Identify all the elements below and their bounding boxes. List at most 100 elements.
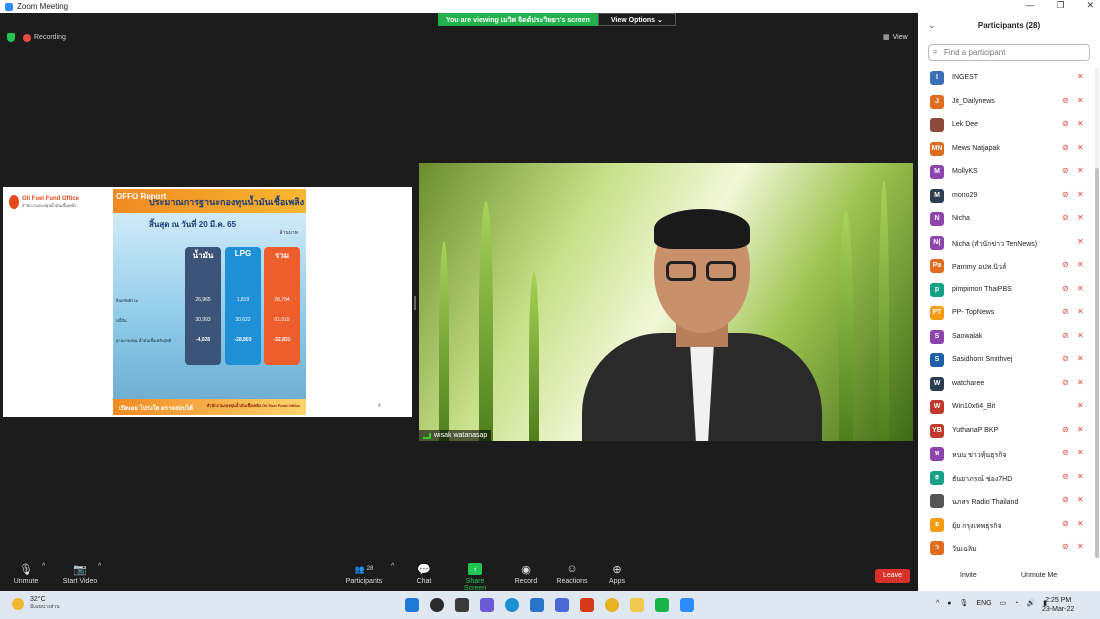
slide-brand: Oil Fuel Fund Office สำนักงานกองทุนน้ำมั…	[9, 195, 79, 209]
app-icon[interactable]	[555, 598, 569, 612]
store-icon[interactable]	[530, 598, 544, 612]
participant-row[interactable]: S Sasidhorn Smithvej ⊘ ✕	[918, 350, 1094, 373]
muted-mic-icon: ✕	[1077, 95, 1084, 105]
value-assets: 1,819	[236, 297, 250, 303]
maximize-button[interactable]: ❐	[1056, 0, 1064, 11]
participants-label: Participants	[345, 578, 383, 585]
show-hidden-icons-icon[interactable]: ^	[936, 600, 939, 607]
record-button[interactable]: ◉ Record	[513, 563, 539, 586]
participant-search-input[interactable]: ⌕ Find a participant	[928, 44, 1090, 61]
video-options-caret[interactable]: ^	[98, 563, 101, 570]
participant-avatar: Pa	[930, 259, 944, 273]
view-options-button[interactable]: View Options ⌄	[597, 13, 676, 26]
recording-indicator: Recording	[7, 33, 66, 42]
volume-icon[interactable]: 🔊	[1026, 599, 1035, 607]
edge-browser-icon[interactable]	[505, 598, 519, 612]
microphone-icon[interactable]: 🎙	[960, 599, 969, 607]
participant-row[interactable]: I INGEST ✕	[918, 68, 1094, 91]
participant-row[interactable]: M MollyKS ⊘ ✕	[918, 162, 1094, 185]
participant-name: Sasidhorn Smithvej	[952, 356, 1013, 363]
windows-start-icon[interactable]	[405, 598, 419, 612]
participants-icon-wrap: 👥 28	[349, 563, 379, 575]
tray-app-icon[interactable]: ●	[947, 600, 951, 607]
infographic-header: OFFO Report ประมาณการฐานะกองทุนน้ำมันเชื…	[113, 189, 306, 213]
muted-mic-icon: ✕	[1077, 377, 1084, 387]
share-screen-button[interactable]: ↑ Share Screen	[454, 563, 496, 592]
leave-button[interactable]: Leave	[875, 569, 910, 583]
video-off-icon: ⊘	[1062, 471, 1069, 481]
value-liabilities: 61,615	[274, 317, 290, 323]
view-button[interactable]: ▦ View	[883, 33, 908, 42]
participants-options-caret[interactable]: ^	[391, 563, 394, 570]
teams-chat-icon[interactable]	[480, 598, 494, 612]
participant-row[interactable]: Mmono29 ⊘ ✕	[918, 186, 1094, 209]
participants-title: Participants (28)	[977, 21, 1041, 30]
file-explorer-icon[interactable]	[630, 598, 644, 612]
muted-mic-icon: ✕	[1077, 448, 1084, 457]
speaker-person	[582, 209, 822, 441]
language-indicator[interactable]: ENG	[976, 600, 991, 607]
participant-row[interactable]: S Saowalak ⊘ ✕	[918, 327, 1094, 350]
column-header: LPG	[234, 249, 252, 258]
participant-row[interactable]: PT PP- TopNews ⊘ ✕	[918, 303, 1094, 326]
participant-avatar: I	[930, 71, 944, 85]
participant-avatar	[930, 494, 944, 508]
participant-row[interactable]: ว วันเฉลิม ⊘ ✕	[918, 538, 1094, 561]
office-icon[interactable]	[580, 598, 594, 612]
audio-options-caret[interactable]: ^	[42, 563, 45, 570]
participant-name: pimpimon ThaiPBS	[952, 285, 1012, 293]
participant-row[interactable]: Pa Parnmy อปท.นิวส์ ⊘ ✕	[918, 256, 1094, 279]
unmute-me-button[interactable]: Unmute Me	[1015, 570, 1063, 581]
share-screen-label: Share Screen	[463, 578, 487, 592]
video-off-icon: ⊘	[1062, 95, 1069, 105]
video-off-icon: ⊘	[1062, 354, 1069, 363]
participant-row[interactable]: W Win10x64_Bit ✕	[918, 397, 1094, 420]
participant-list-scrollbar[interactable]	[1095, 68, 1099, 558]
participant-name: PP- TopNews	[952, 309, 995, 316]
search-icon[interactable]	[430, 598, 444, 612]
participant-row[interactable]: Lek Dee ⊘ ✕	[918, 115, 1094, 138]
taskbar-clock[interactable]: 2:25 PM 23-Mar-22	[1042, 596, 1074, 614]
close-button[interactable]: ✕	[1086, 0, 1094, 11]
brand-subtitle: สำนักงานกองทุนน้ำมันเชื้อเพลิง	[22, 202, 77, 208]
column-lpg: LPG 1,819 30,622 -28,803	[225, 247, 261, 365]
muted-mic-icon: ✕	[1077, 424, 1084, 434]
network-icon[interactable]: ◔	[1014, 600, 1018, 607]
muted-mic-icon: ✕	[1077, 354, 1084, 363]
line-app-icon[interactable]	[655, 598, 669, 612]
unmute-button[interactable]: 🎙 Unmute	[12, 563, 40, 586]
minimize-button[interactable]: —	[1025, 0, 1034, 11]
participant-row[interactable]: J Jit_Dailynews ⊘ ✕	[918, 92, 1094, 115]
video-off-icon: ⊘	[1062, 377, 1069, 387]
participant-row[interactable]: N Nicha ⊘ ✕	[918, 209, 1094, 232]
participant-row[interactable]: Wwatcharee ⊘ ✕	[918, 374, 1094, 397]
column-header: รวม	[274, 251, 290, 260]
chat-button[interactable]: 💬 Chat	[414, 563, 434, 586]
participant-row[interactable]: ห หนน ข่าวหุ้นธุรกิจ ⊘ ✕	[918, 444, 1094, 467]
participant-row[interactable]: p pimpimon ThaiPBS ⊘ ✕	[918, 280, 1094, 303]
participant-row[interactable]: YB YuthanaP BKP ⊘ ✕	[918, 421, 1094, 444]
record-label: Record	[514, 578, 538, 585]
participant-row[interactable]: ย ยุ้ย กรุงเทพธุรกิจ ⊘ ✕	[918, 515, 1094, 538]
participant-row[interactable]: MN Mews Natjapak ⊘ ✕	[918, 139, 1094, 162]
reactions-button[interactable]: ☺ Reactions	[555, 563, 589, 585]
zoom-window: Zoom Meeting — ❐ ✕ You are viewing เมวิศ…	[0, 0, 1100, 592]
participant-row[interactable]: ธ ธันยาภรณ์ ช่อง7HD ⊘ ✕	[918, 468, 1094, 491]
weather-widget[interactable]: 32°C มีเมฆบางส่วน	[12, 596, 60, 611]
scrollbar-thumb[interactable]	[1095, 168, 1099, 558]
recording-status: Recording	[23, 33, 66, 42]
zoom-app-icon[interactable]	[680, 598, 694, 612]
apps-button[interactable]: ⊕ Apps	[607, 563, 627, 586]
participant-row[interactable]: N(Nicha (สำนักข่าว TenNews) ✕	[918, 233, 1094, 256]
encryption-shield-icon[interactable]	[7, 33, 15, 42]
chrome-icon[interactable]	[605, 598, 619, 612]
task-view-icon[interactable]	[455, 598, 469, 612]
muted-mic-icon: ✕	[1077, 307, 1084, 316]
participants-button[interactable]: 👥 28 Participants	[344, 563, 384, 586]
participant-name: ธันยาภรณ์ ช่อง7HD	[952, 475, 1013, 483]
display-icon[interactable]: ▭	[1000, 599, 1007, 607]
start-video-button[interactable]: 📷 Start Video	[60, 563, 100, 586]
participant-row[interactable]: นภสร Radio Thailand ⊘ ✕	[918, 491, 1094, 514]
invite-button[interactable]: Invite	[954, 570, 983, 581]
split-view-handle[interactable]	[414, 296, 416, 310]
